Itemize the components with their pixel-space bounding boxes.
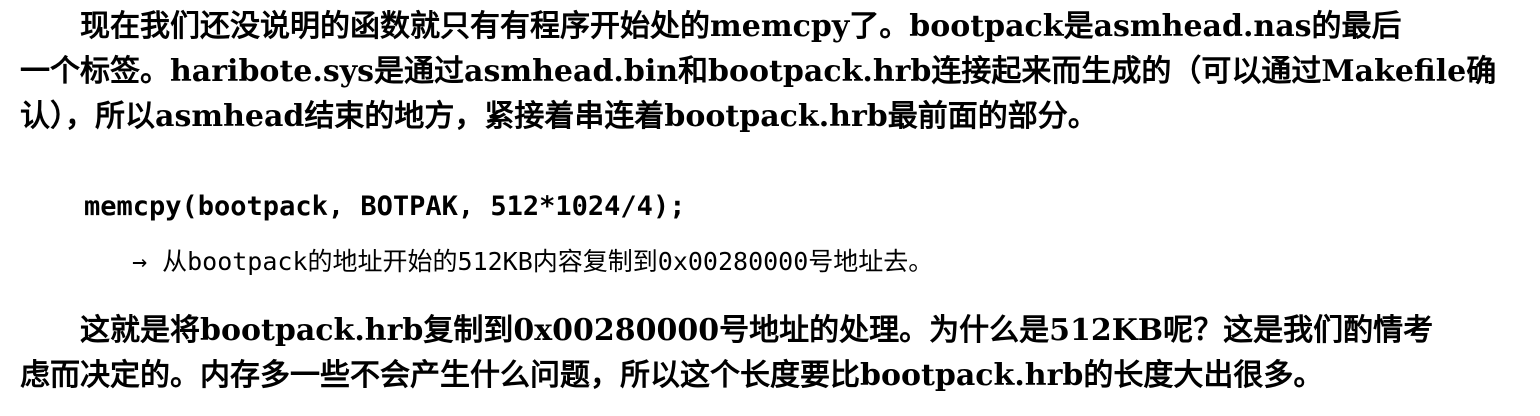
code-statement: memcpy(bootpack, BOTPAK, 512*1024/4); [84, 191, 686, 222]
paragraph-memcpy-intro: 现在我们还没说明的函数就只有有程序开始处的memcpy了。bootpack是as… [20, 4, 1520, 139]
paragraph-line: 现在我们还没说明的函数就只有有程序开始处的memcpy了。bootpack是as… [80, 9, 1402, 44]
paragraph-line: 一个标签。haribote.sys是通过asmhead.bin和bootpack… [20, 54, 1497, 89]
paragraph-line: 认），所以asmhead结束的地方，紧接着串连着bootpack.hrb最前面的… [20, 99, 1098, 134]
paragraph-line: 这就是将bootpack.hrb复制到0x00280000号地址的处理。为什么是… [80, 313, 1434, 348]
document-page: 现在我们还没说明的函数就只有有程序开始处的memcpy了。bootpack是as… [0, 0, 1540, 416]
paragraph-copy-explanation: 这就是将bootpack.hrb复制到0x00280000号地址的处理。为什么是… [20, 308, 1520, 398]
code-note: → 从bootpack的地址开始的512KB内容复制到0x00280000号地址… [132, 247, 934, 276]
paragraph-line: 虑而决定的。内存多一些不会产生什么问题，所以这个长度要比bootpack.hrb… [20, 358, 1324, 393]
